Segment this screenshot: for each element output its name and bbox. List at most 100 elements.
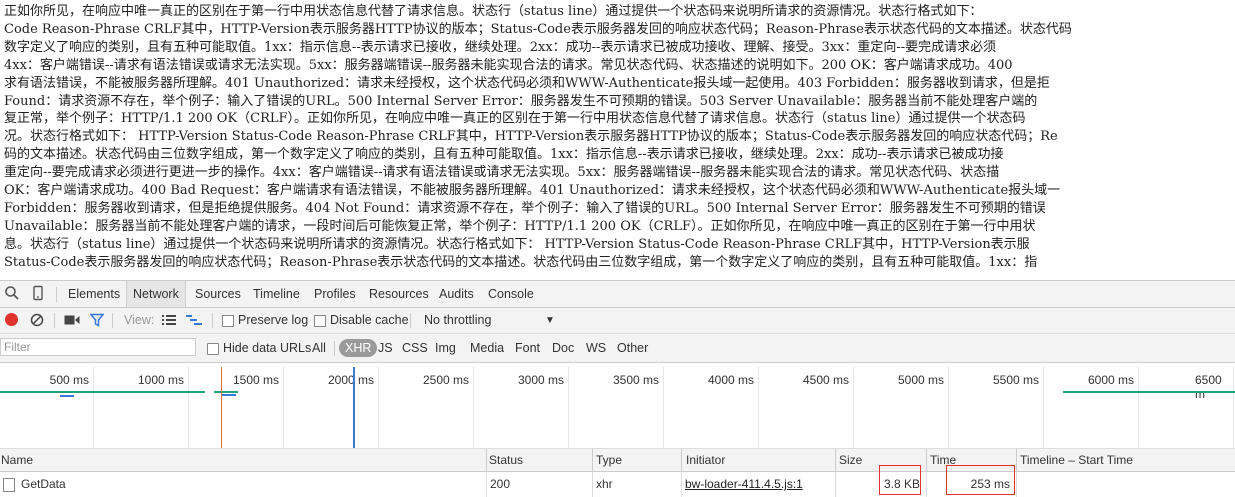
- tick-label: 2000 ms: [327, 373, 374, 387]
- tick-label: 3500 ms: [612, 373, 659, 387]
- filter-type-js[interactable]: JS: [374, 339, 397, 357]
- tick-label: 5500 ms: [992, 373, 1039, 387]
- filter-type-xhr[interactable]: XHR: [339, 339, 378, 357]
- record-icon[interactable]: [5, 313, 18, 326]
- tick-gridline: [283, 367, 284, 448]
- request-status: 200: [486, 472, 592, 497]
- request-bar: [222, 394, 236, 396]
- request-name-cell[interactable]: GetData: [0, 472, 486, 497]
- tab-network[interactable]: Network: [126, 281, 186, 307]
- filter-type-img[interactable]: Img: [431, 339, 460, 357]
- filter-input[interactable]: [0, 338, 196, 356]
- filter-type-all[interactable]: All: [308, 339, 330, 357]
- column-header-initiator[interactable]: Initiator: [681, 449, 835, 471]
- text-line: Unavailable：服务器当前不能处理客户端的请求，一段时间后可能恢复正常，…: [4, 218, 1036, 234]
- text-line: 重定向--要完成请求必须进行更进一步的操作。4xx：客户端错误--请求有语法错误…: [4, 165, 1000, 181]
- tick-gridline: [1138, 367, 1139, 448]
- load-event-line: [221, 367, 222, 448]
- size-highlight-box: [879, 465, 921, 495]
- text-line: 复正常，举个例子：HTTP/1.1 200 OK（CRLF）。正如你所见，在响应…: [4, 111, 1026, 127]
- tick-gridline: [1043, 367, 1044, 448]
- disable-cache-checkbox[interactable]: Disable cache: [314, 308, 409, 333]
- requests-table-header: Name Status Type Initiator Size Time Tim…: [0, 449, 1235, 472]
- column-header-name[interactable]: Name: [0, 449, 486, 471]
- clear-icon[interactable]: [30, 313, 44, 330]
- tab-profiles[interactable]: Profiles: [308, 281, 362, 307]
- filter-type-doc[interactable]: Doc: [548, 339, 578, 357]
- devtools-tabbar: Elements Network Sources Timeline Profil…: [0, 281, 1235, 308]
- request-bar: [0, 391, 205, 393]
- filter-type-other[interactable]: Other: [613, 339, 652, 357]
- network-overview[interactable]: 500 ms 1000 ms 1500 ms 2000 ms 2500 ms 3…: [0, 363, 1235, 449]
- text-line: 况。状态行格式如下： HTTP-Version Status-Code Reas…: [4, 129, 1058, 145]
- page-content-text: 正如你所见，在响应中唯一真正的区别在于第一行中用状态信息代替了请求信息。状态行（…: [0, 0, 1235, 282]
- checkbox-box[interactable]: [222, 314, 234, 327]
- checkbox-box[interactable]: [314, 314, 326, 327]
- text-line: 息。状态行（status line）通过提供一个状态码来说明所请求的资源情况。状…: [4, 236, 1030, 252]
- text-line: OK：客户端请求成功。400 Bad Request：客户端请求有语法错误，不能…: [4, 183, 1061, 199]
- divider: [212, 313, 213, 328]
- tick-label: 1500 ms: [232, 373, 279, 387]
- tick-label: 2500 ms: [422, 373, 469, 387]
- text-line: Status-Code表示服务器发回的响应状态代码；Reason-Phrase表…: [4, 254, 1038, 270]
- text-line: Found：请求资源不存在，举个例子：输入了错误的URL。500 Interna…: [4, 93, 1038, 109]
- column-header-timeline[interactable]: Timeline – Start Time: [1016, 449, 1235, 471]
- inspect-search-icon[interactable]: [4, 285, 20, 301]
- tick-gridline: [758, 367, 759, 448]
- tab-timeline[interactable]: Timeline: [247, 281, 306, 307]
- filter-type-media[interactable]: Media: [466, 339, 508, 357]
- text-line: Code Reason-Phrase CRLF其中，HTTP-Version表示…: [4, 21, 1072, 37]
- tick-gridline: [663, 367, 664, 448]
- tick-gridline: [188, 367, 189, 448]
- divider: [112, 313, 113, 328]
- filter-type-ws[interactable]: WS: [582, 339, 610, 357]
- waterfall-view-icon[interactable]: [186, 314, 202, 329]
- column-header-status[interactable]: Status: [486, 449, 592, 471]
- list-view-icon[interactable]: [162, 314, 176, 329]
- request-type: xhr: [592, 472, 681, 497]
- text-line: 正如你所见，在响应中唯一真正的区别在于第一行中用状态信息代替了请求信息。状态行（…: [4, 4, 983, 19]
- capture-screenshots-icon[interactable]: [64, 314, 80, 329]
- tab-elements[interactable]: Elements: [62, 281, 126, 307]
- hide-data-urls-label: Hide data URLs: [223, 341, 312, 355]
- preserve-log-checkbox[interactable]: Preserve log: [222, 308, 308, 333]
- request-name: GetData: [21, 477, 66, 491]
- text-line: Forbidden：服务器收到请求，但是拒绝提供服务。404 Not Found…: [4, 200, 1046, 216]
- filter-icon[interactable]: [89, 313, 105, 330]
- divider: [56, 287, 57, 302]
- tick-gridline: [568, 367, 569, 448]
- tab-audits[interactable]: Audits: [433, 281, 480, 307]
- divider: [410, 313, 411, 328]
- device-mode-icon[interactable]: [30, 285, 46, 301]
- tick-label: 4000 ms: [707, 373, 754, 387]
- table-row[interactable]: GetData 200 xhr bw-loader-411.4.5.js:1 3…: [0, 472, 1235, 497]
- request-bar: [214, 391, 238, 393]
- request-initiator-cell: bw-loader-411.4.5.js:1: [681, 472, 835, 497]
- tick-gridline: [853, 367, 854, 448]
- filter-bar: Hide data URLs All XHR JS CSS Img Media …: [0, 334, 1235, 363]
- checkbox-box[interactable]: [207, 342, 219, 355]
- tick-label: 3000 ms: [517, 373, 564, 387]
- chevron-down-icon[interactable]: ▼: [545, 308, 555, 333]
- initiator-link[interactable]: bw-loader-411.4.5.js:1: [685, 477, 803, 491]
- tab-console[interactable]: Console: [482, 281, 540, 307]
- tick-gridline: [93, 367, 94, 448]
- text-line: 码的文本描述。状态代码由三位数字组成，第一个数字定义了响应的类别，且有五种可能取…: [4, 147, 1004, 163]
- hide-data-urls-checkbox[interactable]: Hide data URLs: [207, 336, 311, 360]
- column-header-type[interactable]: Type: [592, 449, 681, 471]
- tab-resources[interactable]: Resources: [363, 281, 435, 307]
- tick-gridline: [473, 367, 474, 448]
- request-bar: [1063, 391, 1235, 393]
- tick-gridline: [378, 367, 379, 448]
- domcontentloaded-line: [353, 367, 355, 448]
- tick-label: 1000 ms: [137, 373, 184, 387]
- throttling-select[interactable]: No throttling: [424, 308, 491, 333]
- tick-gridline: [948, 367, 949, 448]
- tab-sources[interactable]: Sources: [189, 281, 247, 307]
- request-timeline-cell: [1016, 472, 1235, 497]
- view-label: View:: [124, 313, 155, 327]
- time-highlight-box: [946, 465, 1015, 495]
- filter-type-font[interactable]: Font: [511, 339, 544, 357]
- file-icon: [3, 477, 15, 492]
- filter-type-css[interactable]: CSS: [398, 339, 432, 357]
